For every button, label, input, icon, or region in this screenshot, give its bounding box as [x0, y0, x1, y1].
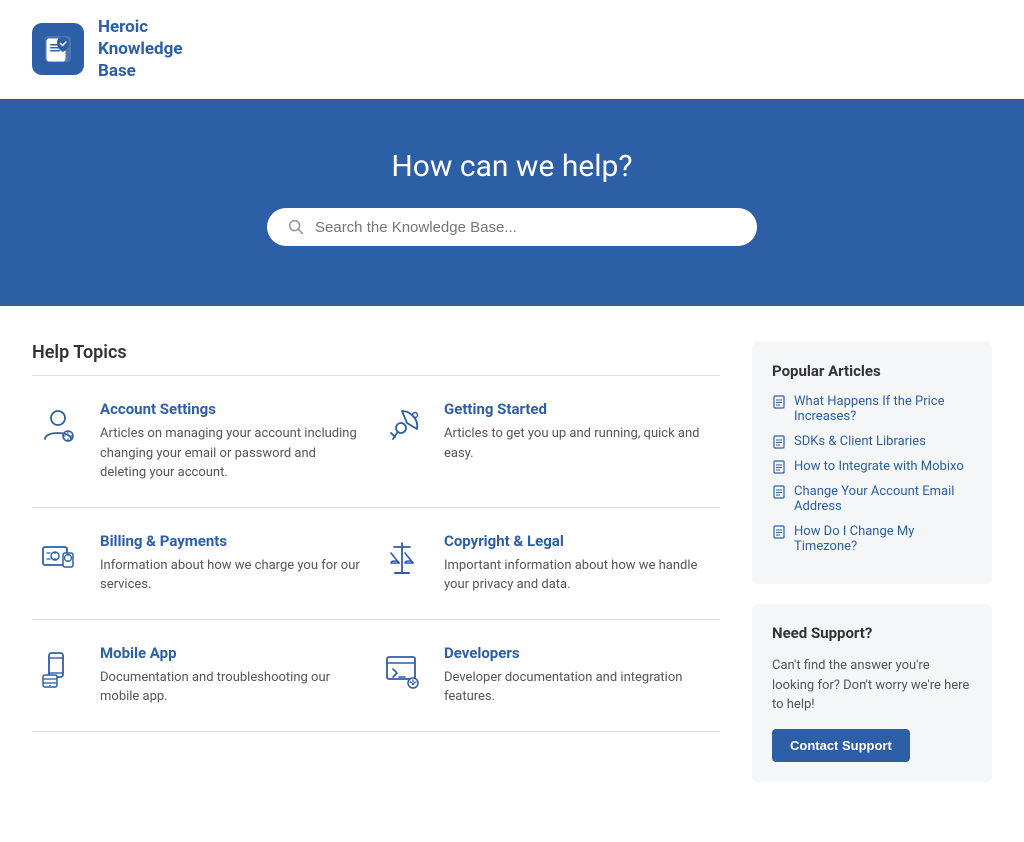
legal-icon: [376, 532, 428, 584]
topic-row-2: Mobile App Documentation and troubleshoo…: [32, 620, 720, 732]
popular-article-4-label: Change Your Account Email Address: [794, 484, 972, 514]
mobile-name: Mobile App: [100, 644, 360, 662]
getting-started-text: Getting Started Articles to get you up a…: [444, 400, 704, 463]
developers-text: Developers Developer documentation and i…: [444, 644, 704, 707]
popular-article-3-label: How to Integrate with Mobixo: [794, 459, 964, 474]
content-area: Help Topics: [32, 342, 720, 802]
account-settings-text: Account Settings Articles on managing yo…: [100, 400, 360, 483]
getting-started-icon: [376, 400, 428, 452]
logo-icon: [32, 23, 84, 75]
search-bar: [267, 208, 757, 246]
topic-item-billing[interactable]: Billing & Payments Information about how…: [32, 508, 376, 619]
document-icon: [772, 435, 786, 449]
popular-articles-list: What Happens If the Price Increases? SDK…: [772, 394, 972, 554]
popular-article-5-label: How Do I Change My Timezone?: [794, 524, 972, 554]
document-icon: [772, 485, 786, 499]
billing-icon: [32, 532, 84, 584]
support-desc: Can't find the answer you're looking for…: [772, 656, 972, 715]
popular-articles-card: Popular Articles What Happens If the Pri…: [752, 342, 992, 584]
topic-item-getting-started[interactable]: Getting Started Articles to get you up a…: [376, 376, 720, 507]
topic-item-account-settings[interactable]: Account Settings Articles on managing yo…: [32, 376, 376, 507]
billing-text: Billing & Payments Information about how…: [100, 532, 360, 595]
legal-desc: Important information about how we handl…: [444, 556, 704, 595]
search-input[interactable]: [315, 219, 737, 236]
legal-name: Copyright & Legal: [444, 532, 704, 550]
developers-icon: [376, 644, 428, 696]
getting-started-name: Getting Started: [444, 400, 704, 418]
topic-item-developers[interactable]: Developers Developer documentation and i…: [376, 620, 720, 731]
popular-article-4[interactable]: Change Your Account Email Address: [772, 484, 972, 514]
topic-row-1: Billing & Payments Information about how…: [32, 508, 720, 620]
popular-article-5[interactable]: How Do I Change My Timezone?: [772, 524, 972, 554]
topic-item-legal[interactable]: Copyright & Legal Important information …: [376, 508, 720, 619]
contact-support-button[interactable]: Contact Support: [772, 729, 910, 762]
brand-name: Heroic Knowledge Base: [98, 16, 183, 82]
legal-text: Copyright & Legal Important information …: [444, 532, 704, 595]
document-icon: [772, 525, 786, 539]
document-icon: [772, 395, 786, 409]
site-header: Heroic Knowledge Base: [0, 0, 1024, 99]
topics-grid: Account Settings Articles on managing yo…: [32, 376, 720, 732]
need-support-card: Need Support? Can't find the answer you'…: [752, 604, 992, 782]
developers-name: Developers: [444, 644, 704, 662]
account-settings-desc: Articles on managing your account includ…: [100, 424, 360, 483]
getting-started-desc: Articles to get you up and running, quic…: [444, 424, 704, 463]
account-settings-name: Account Settings: [100, 400, 360, 418]
popular-article-1[interactable]: What Happens If the Price Increases?: [772, 394, 972, 424]
billing-name: Billing & Payments: [100, 532, 360, 550]
developers-desc: Developer documentation and integration …: [444, 668, 704, 707]
search-icon: [287, 218, 305, 236]
sidebar: Popular Articles What Happens If the Pri…: [752, 342, 992, 802]
main-container: Help Topics: [0, 306, 1024, 842]
hero-section: How can we help?: [0, 99, 1024, 306]
billing-desc: Information about how we charge you for …: [100, 556, 360, 595]
mobile-icon: [32, 644, 84, 696]
need-support-title: Need Support?: [772, 624, 972, 642]
hero-title: How can we help?: [20, 149, 1004, 184]
section-title: Help Topics: [32, 342, 720, 363]
topic-row-0: Account Settings Articles on managing yo…: [32, 376, 720, 508]
popular-article-2-label: SDKs & Client Libraries: [794, 434, 926, 449]
popular-articles-title: Popular Articles: [772, 362, 972, 380]
mobile-text: Mobile App Documentation and troubleshoo…: [100, 644, 360, 707]
popular-article-2[interactable]: SDKs & Client Libraries: [772, 434, 972, 449]
popular-article-1-label: What Happens If the Price Increases?: [794, 394, 972, 424]
document-icon: [772, 460, 786, 474]
popular-article-3[interactable]: How to Integrate with Mobixo: [772, 459, 972, 474]
account-settings-icon: [32, 400, 84, 452]
mobile-desc: Documentation and troubleshooting our mo…: [100, 668, 360, 707]
topic-item-mobile[interactable]: Mobile App Documentation and troubleshoo…: [32, 620, 376, 731]
